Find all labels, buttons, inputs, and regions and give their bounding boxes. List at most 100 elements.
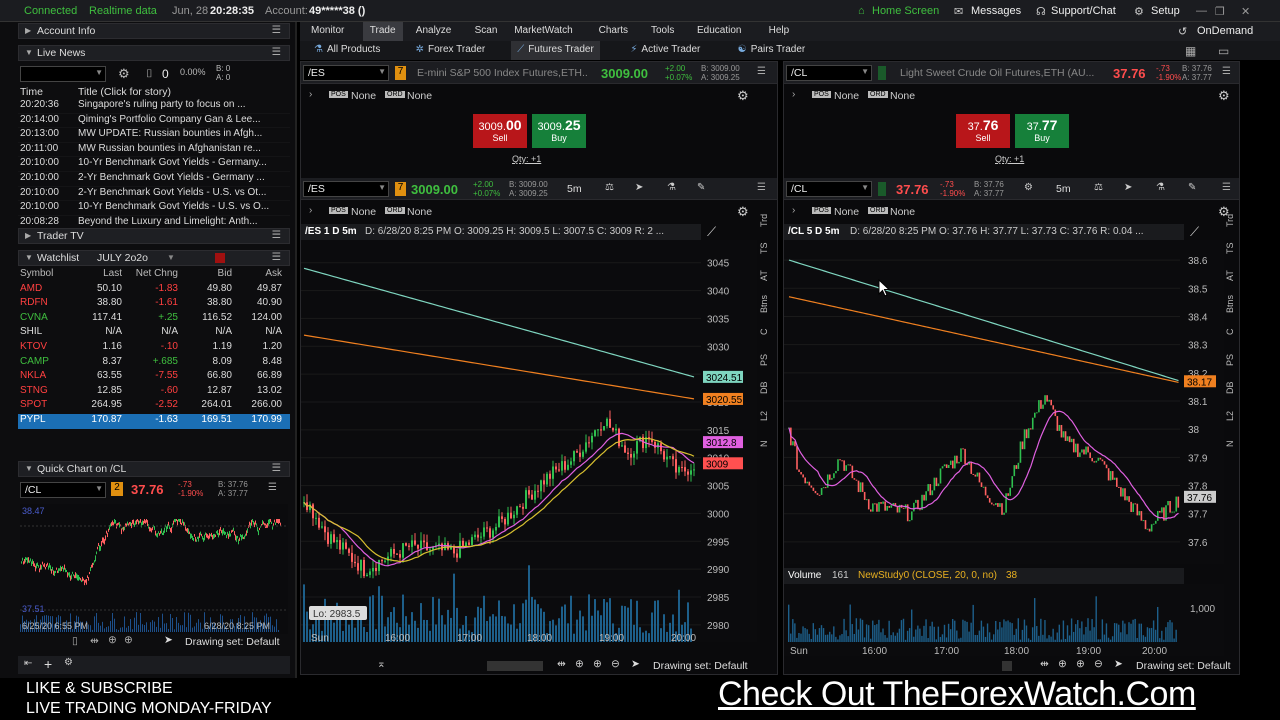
lock-icon[interactable]: ⌷ <box>146 68 153 81</box>
nav-tab-tools[interactable]: Tools <box>644 22 681 41</box>
side-tab-c[interactable]: C <box>759 320 777 344</box>
es-sell-button[interactable]: 3009.00 Sell <box>473 114 527 148</box>
cl-timeframe-select[interactable]: 5m <box>1056 183 1071 195</box>
expand-caret-icon[interactable]: ▶ <box>25 231 31 240</box>
menu-icon[interactable]: ☰ <box>757 182 766 193</box>
expand-caret-icon[interactable]: › <box>309 205 312 216</box>
drawing-line-icon[interactable]: ⟋ <box>707 224 716 240</box>
es-buy-button[interactable]: 3009.25 Buy <box>532 114 586 148</box>
expand-caret-icon[interactable]: › <box>309 89 312 100</box>
watchlist-row[interactable]: KTOV 1.16 -.10 1.19 1.20 <box>18 341 290 356</box>
gear-icon[interactable]: ⚙ <box>737 204 749 220</box>
nav-tab-help[interactable]: Help <box>762 22 797 41</box>
side-tab-l2[interactable]: L2 <box>1225 404 1239 428</box>
zoom-in-icon[interactable]: ⊕ <box>1076 658 1085 670</box>
side-tab-db[interactable]: DB <box>1225 376 1239 400</box>
watchlist-row[interactable]: RDFN 38.80 -1.61 38.80 40.90 <box>18 297 290 312</box>
watchlist-col-ask[interactable]: Ask <box>232 268 284 283</box>
side-tab-ps[interactable]: PS <box>759 348 777 372</box>
menu-icon[interactable]: ☰ <box>268 482 277 493</box>
zoom-fit-icon[interactable]: ⇹ <box>90 635 99 647</box>
es-chart-symbol-select[interactable]: /ES ▼ <box>303 181 389 197</box>
crosshair-icon[interactable]: ⊕ <box>1058 658 1067 670</box>
cl-buy-button[interactable]: 37.77 Buy <box>1015 114 1069 148</box>
crosshair-icon[interactable]: ⊕ <box>575 658 584 670</box>
subtab-active-trader[interactable]: ⚡ Active Trader <box>624 41 706 60</box>
flask-icon[interactable]: ⚗ <box>667 182 676 193</box>
gear-icon[interactable]: ⚙ <box>737 88 749 104</box>
link-number-icon[interactable]: 7 <box>395 182 406 196</box>
drawing-set-label[interactable]: Drawing set: Default <box>185 636 280 648</box>
layout-grid-icon[interactable]: ▦ <box>1185 44 1196 58</box>
envelope-icon[interactable]: ✉ <box>954 5 963 18</box>
pointer-icon[interactable]: ➤ <box>164 634 173 646</box>
quick-chart-header[interactable]: ▼ Quick Chart on /CL ☰ <box>18 461 290 477</box>
support-chat-button[interactable]: Support/Chat <box>1051 5 1116 17</box>
setup-button[interactable]: Setup <box>1151 5 1180 17</box>
quick-chart[interactable]: 38.47 37.51 6/25/20 6:55 PM 6/28/20 8:25… <box>20 504 288 634</box>
es-price-chart[interactable]: 3045304030353030302530203015301030053000… <box>301 240 757 644</box>
compare-icon[interactable]: ⚖ <box>1094 182 1103 193</box>
side-tab-ts[interactable]: TS <box>759 236 777 260</box>
link-number-icon[interactable]: 2 <box>111 482 123 496</box>
gear-icon[interactable]: ⚙ <box>1024 182 1033 193</box>
drawing-line-icon[interactable]: ⟋ <box>1190 224 1199 240</box>
side-tab-n[interactable]: N <box>759 432 777 456</box>
expand-caret-icon[interactable]: ▶ <box>25 26 31 35</box>
news-item[interactable]: 20:10:00 10-Yr Benchmark Govt Yields - Ge… <box>18 157 290 172</box>
gear-icon[interactable]: ⚙ <box>64 657 73 668</box>
gear-icon[interactable]: ⚙ <box>1218 88 1230 104</box>
messages-button[interactable]: Messages <box>971 5 1021 17</box>
nav-tab-education[interactable]: Education <box>690 22 748 41</box>
es-drawing-set-label[interactable]: Drawing set: Default <box>653 660 748 672</box>
flask-icon[interactable]: ⚗ <box>1156 182 1165 193</box>
trader-tv-header[interactable]: ▶ Trader TV ☰ <box>18 228 290 244</box>
promo-link[interactable]: Check Out TheForexWatch.Com <box>718 675 1196 714</box>
collapse-left-icon[interactable]: ⇤ <box>24 658 32 669</box>
ondemand-icon[interactable]: ↺ <box>1178 25 1187 38</box>
side-tab-l2[interactable]: L2 <box>759 404 777 428</box>
side-tab-btns[interactable]: Btns <box>1225 292 1239 316</box>
pointer-icon[interactable]: ➤ <box>1124 182 1132 193</box>
watchlist-header[interactable]: ▼ Watchlist JULY 2o2o ▼ ☰ <box>18 250 290 266</box>
nav-tab-scan[interactable]: Scan <box>468 22 505 41</box>
close-icon[interactable]: ✕ <box>1241 5 1250 18</box>
watchlist-row[interactable]: AMD 50.10 -1.83 49.80 49.87 <box>18 283 290 298</box>
nav-tab-marketwatch[interactable]: MarketWatch <box>507 22 580 41</box>
watchlist-col-net-chng[interactable]: Net Chng <box>122 268 178 283</box>
es-symbol-select[interactable]: /ES ▼ <box>303 65 389 81</box>
side-tab-ps[interactable]: PS <box>1225 348 1239 372</box>
menu-icon[interactable]: ☰ <box>1222 66 1231 77</box>
home-icon[interactable]: ⌂ <box>858 5 865 17</box>
cl-drawing-set-label[interactable]: Drawing set: Default <box>1136 660 1231 672</box>
gear-icon[interactable]: ⚙ <box>118 66 130 82</box>
zoom-out-icon[interactable]: ⊖ <box>611 658 620 670</box>
subtab-pairs-trader[interactable]: ☯ Pairs Trader <box>732 41 811 60</box>
side-tab-trd[interactable]: Trd <box>759 208 777 232</box>
chevron-down-icon[interactable]: ▼ <box>167 253 175 262</box>
watchlist-col-symbol[interactable]: Symbol <box>18 268 74 283</box>
account-info-header[interactable]: ▶ Account Info ☰ <box>18 23 290 39</box>
restore-icon[interactable]: ❐ <box>1215 5 1225 18</box>
news-item[interactable]: 20:20:36 Singapore's ruling party to focu… <box>18 99 290 114</box>
watchlist-row[interactable]: STNG 12.85 -.60 12.87 13.02 <box>18 385 290 400</box>
pointer-icon[interactable]: ➤ <box>1114 658 1123 670</box>
news-item[interactable]: 20:10:00 2-Yr Benchmark Govt Yields - U.S… <box>18 187 290 202</box>
news-col-time[interactable]: Time <box>20 86 43 98</box>
side-tab-ts[interactable]: TS <box>1225 236 1239 260</box>
cl-quantity-link[interactable]: Qty: +1 <box>995 154 1024 164</box>
es-scrollbar[interactable] <box>487 661 543 671</box>
scroll-handle-icon[interactable]: ▯ <box>72 635 78 647</box>
menu-icon[interactable]: ☰ <box>1222 182 1231 193</box>
collapse-caret-icon[interactable]: ▼ <box>25 253 33 262</box>
cl-chart-symbol-select[interactable]: /CL ▼ <box>786 181 872 197</box>
news-item[interactable]: 20:10:00 2-Yr Benchmark Govt Yields - Ger… <box>18 172 290 187</box>
gear-icon[interactable]: ⚙ <box>1134 5 1144 18</box>
subtab-futures-trader[interactable]: ⟋ Futures Trader <box>511 41 600 60</box>
link-number-icon[interactable]: 7 <box>395 66 406 80</box>
watchlist-col-bid[interactable]: Bid <box>178 268 232 283</box>
zoom-fit-icon[interactable]: ⇹ <box>1040 658 1049 670</box>
cl-sell-button[interactable]: 37.76 Sell <box>956 114 1010 148</box>
compare-icon[interactable]: ⚖ <box>605 182 614 193</box>
cl-price-chart[interactable]: 38.6 38.5 38.4 38.3 38.2 38.1 38 37.9 37.8 37.7 37… <box>784 240 1224 564</box>
